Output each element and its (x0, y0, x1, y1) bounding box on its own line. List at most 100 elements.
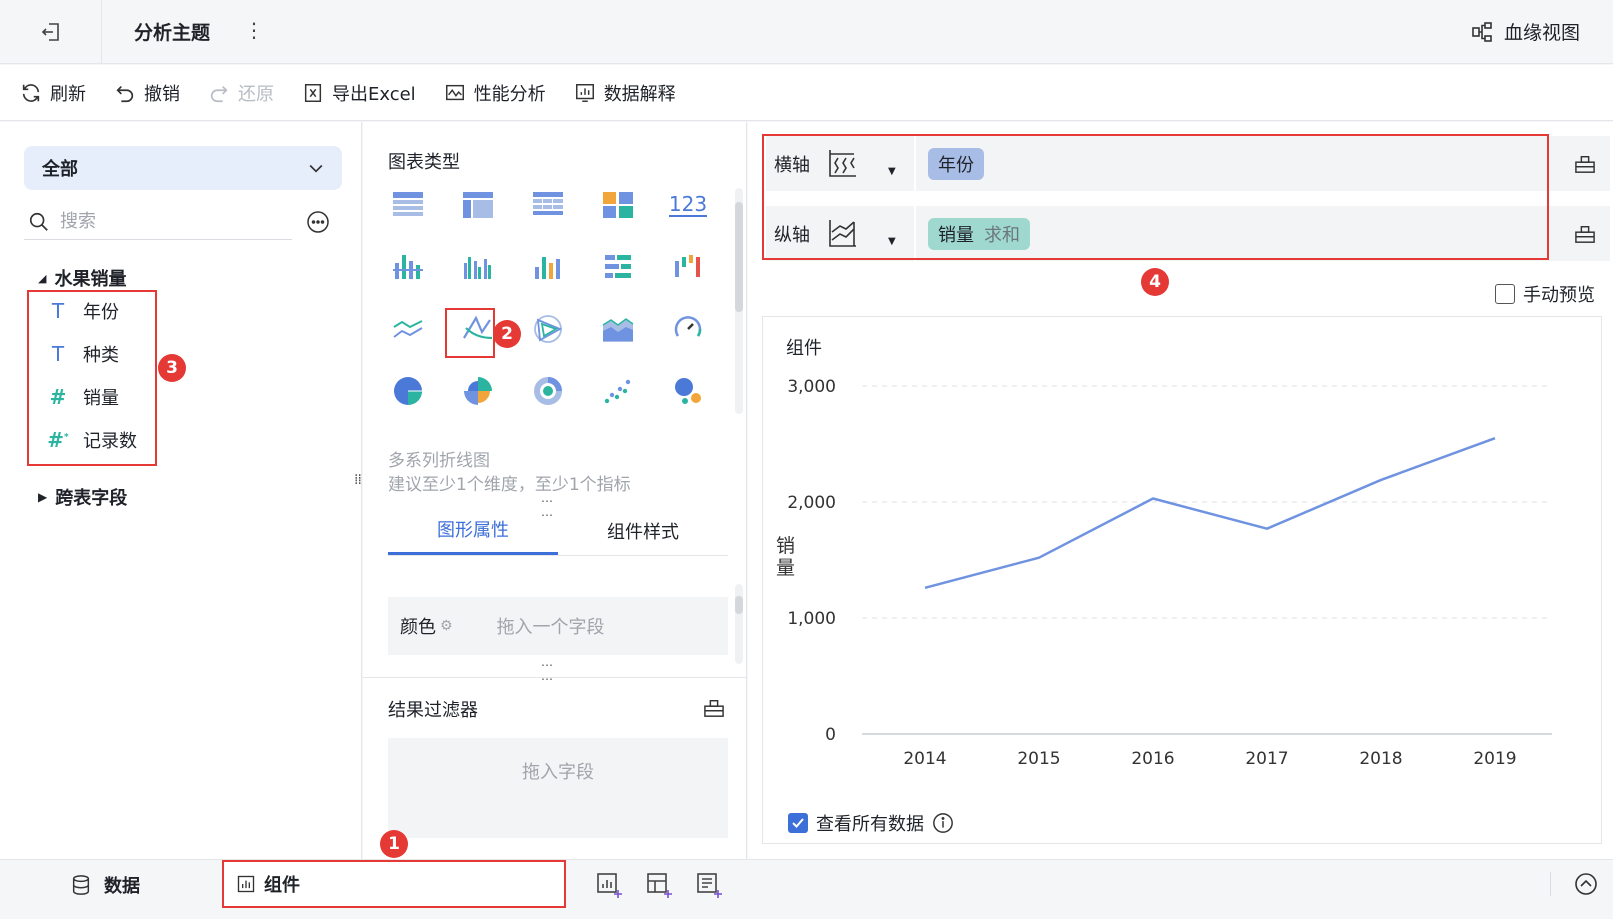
collapse-panel-button[interactable] (1574, 872, 1598, 901)
chart-type-waterfall-icon[interactable] (665, 244, 711, 290)
add-report-icon[interactable] (696, 872, 724, 898)
search-input[interactable] (60, 211, 260, 232)
chart-type-gauge-icon[interactable] (665, 306, 711, 352)
chart-type-ring-icon[interactable] (525, 368, 571, 414)
undo-icon (116, 85, 134, 102)
more-options-icon[interactable]: ⋮ (244, 18, 264, 42)
annotation-badge-4: 4 (1141, 268, 1169, 296)
add-component-buttons (596, 872, 724, 898)
selected-chart-type-hint: 建议至少1个维度，至少1个指标 (388, 475, 631, 495)
performance-icon (445, 84, 464, 100)
redo-icon (210, 85, 228, 102)
field-item-year[interactable]: T 年份 (47, 298, 119, 324)
x-tick-label: 2017 (1245, 749, 1288, 769)
tab-component-style[interactable]: 组件样式 (558, 506, 728, 555)
chart-type-grid: 123 (385, 182, 725, 432)
chart-type-kpi-icon[interactable]: 123 (665, 182, 711, 228)
export-excel-button[interactable]: 导出Excel (302, 80, 416, 106)
chart-type-bubble-icon[interactable] (665, 368, 711, 414)
data-explain-icon (575, 83, 594, 102)
field-item-sales[interactable]: # 销量 (47, 384, 119, 410)
bottom-tab-component[interactable]: 组件 (222, 860, 566, 908)
export-excel-icon (304, 83, 322, 102)
database-icon (72, 875, 90, 895)
y-tick-label: 1,000 (787, 609, 836, 629)
chart-type-stacked-column-icon[interactable] (385, 244, 431, 290)
tab-graphic-properties[interactable]: 图形属性 (388, 506, 558, 555)
undo-button[interactable]: 撤销 (114, 80, 180, 106)
chart-type-scatter-icon[interactable] (595, 368, 641, 414)
computed-number-field-icon: #* (47, 428, 69, 452)
result-filter-placeholder: 拖入字段 (522, 762, 594, 783)
x-tick-label: 2018 (1359, 749, 1402, 769)
group-name: 水果销量 (54, 269, 127, 290)
performance-button[interactable]: 性能分析 (444, 80, 546, 106)
scope-select[interactable]: 全部 (24, 146, 342, 190)
view-all-data-checkbox[interactable] (788, 813, 808, 833)
selected-chart-type-highlight (445, 308, 495, 358)
line-chart: 0 1,000 2,000 3,000 2014 2015 2016 2017 2018 2019… (776, 377, 1552, 769)
field-item-record-count[interactable]: #* 记录数 (47, 427, 137, 453)
chart-type-card-icon[interactable] (595, 182, 641, 228)
result-filter-drop-zone[interactable]: 拖入字段 (388, 738, 728, 838)
chart-type-radar-icon[interactable] (525, 306, 571, 352)
add-filter-icon[interactable] (646, 872, 674, 898)
filter-config-icon[interactable] (703, 698, 725, 723)
manual-preview-toggle[interactable]: 手动预览 (1495, 281, 1595, 307)
chart-type-grouped-table-icon[interactable] (525, 182, 571, 228)
color-drop-zone[interactable]: 颜色 ⚙ 拖入一个字段 (388, 597, 728, 655)
section-splitter-handle[interactable]: ⋯ ⋯ (541, 658, 555, 686)
chart-type-area-icon[interactable] (595, 306, 641, 352)
annotation-badge-1: 1 (380, 830, 408, 858)
field-item-type[interactable]: T 种类 (47, 341, 119, 367)
chart-type-table-icon[interactable] (385, 182, 431, 228)
redo-label: 还原 (238, 83, 274, 105)
divider (363, 677, 746, 678)
group-name: 跨表字段 (55, 488, 128, 509)
chart-type-scrollbar-thumb[interactable] (735, 202, 743, 312)
y-axis-label-char: 量 (776, 557, 795, 579)
color-drop-placeholder: 拖入一个字段 (496, 617, 605, 638)
annotation-badge-3: 3 (158, 354, 186, 382)
number-field-icon: # (49, 385, 67, 409)
panel-splitter-handle[interactable]: ⁞⁞ (354, 473, 362, 487)
field-more-icon[interactable] (306, 210, 330, 239)
lineage-view-button[interactable]: 血缘视图 (1470, 18, 1580, 45)
view-all-data-toggle[interactable]: 查看所有数据 (788, 810, 954, 836)
redo-button[interactable]: 还原 (208, 80, 274, 106)
refresh-button[interactable]: 刷新 (20, 80, 86, 106)
undo-label: 撤销 (144, 83, 180, 105)
add-chart-icon[interactable] (596, 872, 624, 898)
exit-icon (41, 23, 59, 41)
x-axis-config-icon[interactable] (1560, 136, 1610, 191)
search-box (24, 204, 292, 240)
chart-type-line-icon[interactable] (385, 306, 431, 352)
gear-icon[interactable]: ⚙ (440, 618, 453, 634)
bottom-tab-data[interactable]: 数据 (70, 872, 140, 898)
caret-down-icon: ◢ (38, 271, 47, 285)
property-scrollbar-thumb[interactable] (735, 596, 743, 614)
group-fruit-sales[interactable]: ◢ 水果销量 (38, 265, 126, 291)
y-tick-label: 2,000 (787, 493, 836, 513)
info-icon[interactable] (932, 812, 954, 834)
chart-type-grouped-column-icon[interactable] (455, 244, 501, 290)
back-button[interactable] (0, 0, 102, 64)
data-explain-button[interactable]: 数据解释 (574, 80, 676, 106)
manual-preview-checkbox[interactable] (1495, 284, 1515, 304)
view-all-data-label: 查看所有数据 (816, 814, 924, 835)
caret-right-icon: ▶ (38, 490, 48, 504)
chart-type-pie-icon[interactable] (385, 368, 431, 414)
chart-type-pivot-table-icon[interactable] (455, 182, 501, 228)
scope-value: 全部 (42, 159, 78, 180)
chart-component-icon (237, 875, 255, 893)
performance-label: 性能分析 (473, 83, 546, 105)
y-tick-label: 0 (825, 725, 836, 745)
chart-type-rose-pie-icon[interactable] (455, 368, 501, 414)
y-axis-config-icon[interactable] (1560, 206, 1610, 261)
x-tick-label: 2019 (1473, 749, 1516, 769)
group-cross-table[interactable]: ▶ 跨表字段 (38, 484, 127, 510)
chart-type-bar-icon[interactable] (595, 244, 641, 290)
chart-type-title: 图表类型 (388, 152, 460, 173)
y-axis-label-char: 销 (776, 535, 795, 557)
chart-type-column-icon[interactable] (525, 244, 571, 290)
